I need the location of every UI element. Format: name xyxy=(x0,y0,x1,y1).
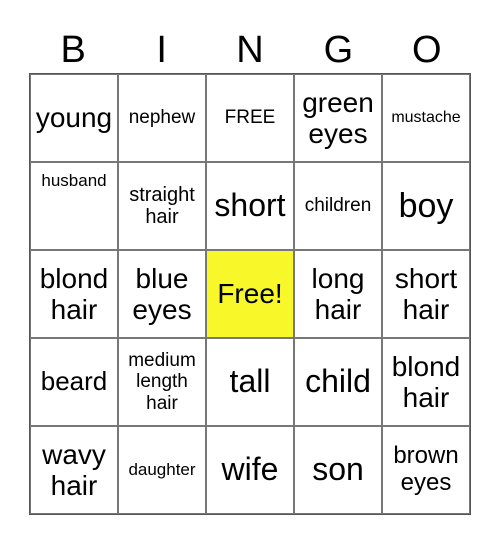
bingo-cell[interactable]: brown eyes xyxy=(382,426,470,514)
header-letter-i: I xyxy=(156,29,167,71)
bingo-cell[interactable]: straight hair xyxy=(118,162,206,250)
bingo-cell[interactable]: long hair xyxy=(294,250,382,338)
header-letter-n: N xyxy=(236,29,264,71)
bingo-cell[interactable]: mustache xyxy=(382,74,470,162)
header-letter-g: G xyxy=(323,29,354,71)
bingo-cell[interactable]: blond hair xyxy=(382,338,470,426)
bingo-cell[interactable]: children xyxy=(294,162,382,250)
bingo-cell[interactable]: wavy hair xyxy=(30,426,118,514)
bingo-cell[interactable]: tall xyxy=(206,338,294,426)
bingo-cell[interactable]: nephew xyxy=(118,74,206,162)
bingo-cell[interactable]: short hair xyxy=(382,250,470,338)
header-letter-o: O xyxy=(412,29,442,71)
free-space-cell[interactable]: Free! xyxy=(206,250,294,338)
bingo-cell[interactable]: medium length hair xyxy=(118,338,206,426)
bingo-cell[interactable]: young xyxy=(30,74,118,162)
bingo-cell[interactable]: green eyes xyxy=(294,74,382,162)
bingo-cell[interactable]: blue eyes xyxy=(118,250,206,338)
bingo-cell[interactable]: wife xyxy=(206,426,294,514)
bingo-cell[interactable]: child xyxy=(294,338,382,426)
bingo-cell[interactable]: FREE xyxy=(206,74,294,162)
header-letter-b: B xyxy=(60,29,86,71)
bingo-header: B I N G O xyxy=(29,28,471,72)
bingo-cell[interactable]: short xyxy=(206,162,294,250)
bingo-grid: young nephew FREE green eyes mustache husband… xyxy=(29,73,471,515)
bingo-cell[interactable]: son xyxy=(294,426,382,514)
bingo-cell[interactable]: boy xyxy=(382,162,470,250)
bingo-cell[interactable]: blond hair xyxy=(30,250,118,338)
bingo-cell[interactable]: daughter xyxy=(118,426,206,514)
bingo-cell[interactable]: husband xyxy=(30,162,118,250)
bingo-cell[interactable]: beard xyxy=(30,338,118,426)
